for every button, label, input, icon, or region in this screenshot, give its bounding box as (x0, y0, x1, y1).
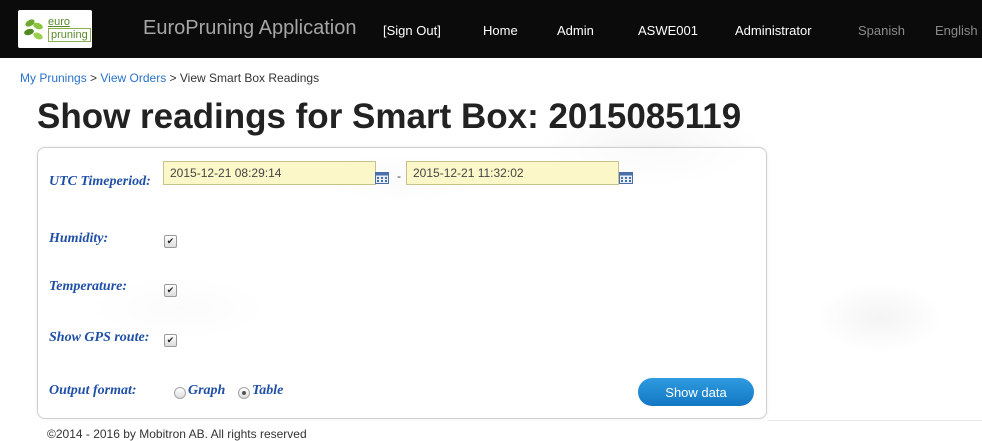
lang-english[interactable]: English (935, 23, 978, 38)
footer-divider (768, 420, 982, 421)
radio-selected-dot (242, 391, 246, 395)
breadcrumb-separator: > (86, 71, 101, 85)
breadcrumb-current: View Smart Box Readings (179, 71, 320, 85)
nav-admin[interactable]: Admin (557, 23, 594, 38)
graph-radio[interactable] (174, 387, 186, 399)
end-calendar-icon[interactable] (619, 172, 633, 184)
temperature-checkbox[interactable]: ✔ (164, 284, 177, 297)
europruning-logo[interactable]: euro pruning (18, 10, 92, 48)
humidity-label: Humidity: (49, 231, 109, 246)
utc-timeperiod-label: UTC Timeperiod: (49, 174, 151, 189)
graph-option-label[interactable]: Graph (188, 383, 225, 399)
table-radio[interactable] (238, 387, 250, 399)
nav-role[interactable]: Administrator (735, 23, 812, 38)
temperature-label: Temperature: (49, 279, 128, 294)
logo-text-euro: euro (48, 16, 71, 28)
breadcrumb: My Prunings > View Orders > View Smart B… (20, 71, 319, 85)
app-title: EuroPruning Application (143, 17, 357, 39)
lang-spanish[interactable]: Spanish (858, 23, 905, 38)
breadcrumb-view-orders[interactable]: View Orders (100, 71, 166, 85)
breadcrumb-my-prunings[interactable]: My Prunings (20, 71, 87, 85)
show-data-button[interactable]: Show data (638, 378, 754, 406)
nav-user-id[interactable]: ASWE001 (638, 23, 698, 38)
end-time-input[interactable] (406, 161, 619, 185)
range-dash: - (397, 169, 401, 183)
start-time-input[interactable] (163, 161, 376, 185)
leaf-icon (24, 19, 43, 40)
logo-text-pruning: pruning (48, 28, 91, 42)
gps-route-checkbox[interactable]: ✔ (164, 334, 177, 347)
output-format-label: Output format: (49, 383, 137, 398)
table-option-label[interactable]: Table (252, 383, 283, 399)
top-navigation-bar: euro pruning EuroPruning Application [Si… (0, 0, 982, 58)
readings-form-panel: UTC Timeperiod: - Humidity: ✔ Temperatur… (37, 147, 767, 419)
page-title: Show readings for Smart Box: 2015085119 (37, 97, 742, 136)
gps-route-label: Show GPS route: (49, 330, 150, 345)
sign-out-link[interactable]: [Sign Out] (383, 23, 441, 38)
breadcrumb-separator: > (166, 71, 180, 85)
humidity-checkbox[interactable]: ✔ (164, 235, 177, 248)
start-calendar-icon[interactable] (375, 172, 389, 184)
nav-home[interactable]: Home (483, 23, 518, 38)
